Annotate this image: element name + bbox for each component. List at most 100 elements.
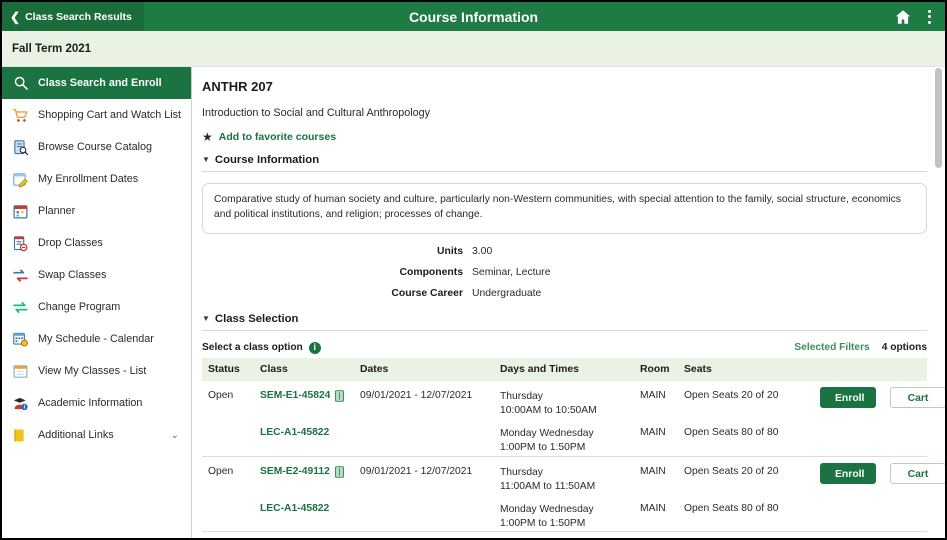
sidebar-item-shopping-cart-and-watch-list[interactable]: Shopping Cart and Watch List bbox=[2, 99, 191, 131]
back-button-label: Class Search Results bbox=[25, 10, 132, 23]
cell-class: LEC-A1-45822 bbox=[260, 418, 360, 456]
sidebar-item-class-search-and-enroll[interactable]: Class Search and Enroll bbox=[2, 67, 191, 99]
detail-value: 3.00 bbox=[472, 245, 493, 257]
chevron-down-icon[interactable]: ⌄ bbox=[171, 430, 179, 441]
table-header-row: Status Class Dates Days and Times Room S… bbox=[202, 357, 927, 381]
seat-availability-icon[interactable] bbox=[335, 390, 345, 402]
body-split: Class Search and Enroll Shopping Cart an… bbox=[2, 67, 945, 538]
course-information-section-header[interactable]: ▼ Course Information bbox=[202, 154, 927, 172]
add-to-favorite-courses-link[interactable]: ★ Add to favorite courses bbox=[202, 131, 336, 143]
scrollbar-thumb[interactable] bbox=[935, 68, 942, 168]
sidebar-item-label: Class Search and Enroll bbox=[38, 77, 162, 89]
class-selection-section-header[interactable]: ▼ Class Selection bbox=[202, 313, 927, 331]
sidebar-item-label: View My Classes - List bbox=[38, 365, 147, 377]
enroll-button[interactable]: Enroll bbox=[820, 462, 876, 484]
enroll-button[interactable]: Enroll bbox=[820, 386, 876, 408]
sidebar-item-label: Academic Information bbox=[38, 397, 143, 409]
sidebar-item-my-enrollment-dates[interactable]: My Enrollment Dates bbox=[2, 163, 191, 195]
table-body: Open SEM-E1-45824 09/01/2021 - 12/07/202… bbox=[202, 381, 945, 538]
main-inner: ANTHR 207 Introduction to Social and Cul… bbox=[192, 67, 945, 538]
cell-seats: Open Seats 80 of 80 bbox=[684, 503, 779, 515]
cell-seats: Open Seats 80 of 80 bbox=[684, 427, 779, 439]
filter-actions: Selected Filters 4 options bbox=[794, 342, 927, 353]
sidebar-item-academic-information[interactable]: i Academic Information bbox=[2, 387, 191, 419]
cell-status: Open bbox=[202, 532, 260, 538]
class-link[interactable]: LEC-A1-45822 bbox=[260, 427, 329, 438]
sidebar-item-label: Planner bbox=[38, 205, 76, 217]
options-count: 4 options bbox=[881, 342, 927, 354]
cell-dates bbox=[360, 494, 500, 532]
cell-days-and-times: Thursday 10:00AM to 10:50AM bbox=[500, 381, 640, 418]
cell-class: SEM-E1-45824 bbox=[260, 381, 360, 418]
cell-actions: Enroll Cart bbox=[816, 381, 945, 456]
add-to-favorite-courses-label: Add to favorite courses bbox=[218, 131, 337, 143]
course-detail-units: Units 3.00 bbox=[202, 246, 927, 257]
cell-seats: Open Seats 20 of 20 bbox=[684, 465, 779, 477]
sidebar-item-swap-classes[interactable]: Swap Classes bbox=[2, 259, 191, 291]
sidebar-navigation: Class Search and Enroll Shopping Cart an… bbox=[2, 67, 192, 538]
top-bar-actions bbox=[894, 8, 945, 26]
class-options-table: Status Class Dates Days and Times Room S… bbox=[202, 357, 945, 538]
kebab-menu-icon[interactable] bbox=[926, 8, 933, 26]
cell-room: MAIN bbox=[640, 532, 684, 538]
cell-class: SEM-E3-49114 bbox=[260, 532, 360, 538]
course-detail-course-career: Course Career Undergraduate bbox=[202, 288, 927, 299]
main-content: ANTHR 207 Introduction to Social and Cul… bbox=[192, 67, 945, 538]
cell-time: 10:00AM to 10:50AM bbox=[500, 405, 597, 417]
select-class-option-group: Select a class option i bbox=[202, 341, 321, 354]
home-icon[interactable] bbox=[894, 8, 912, 26]
cell-time: 1:00PM to 1:50PM bbox=[500, 442, 586, 454]
sidebar-item-planner[interactable]: Planner bbox=[2, 195, 191, 227]
cell-room: MAIN bbox=[640, 389, 666, 401]
detail-key: Units bbox=[437, 245, 463, 257]
sidebar-item-additional-links[interactable]: Additional Links ⌄ bbox=[2, 419, 191, 451]
sidebar-item-browse-course-catalog[interactable]: Browse Course Catalog bbox=[2, 131, 191, 163]
cell-days-and-times: Thursday 11:00AM to 11:50AM bbox=[500, 456, 640, 494]
class-link[interactable]: SEM-E1-45824 bbox=[260, 390, 330, 401]
column-header-class: Class bbox=[260, 357, 360, 381]
class-link[interactable]: LEC-A1-45822 bbox=[260, 503, 329, 514]
cell-class: LEC-A1-45822 bbox=[260, 494, 360, 532]
magnifier-icon bbox=[12, 75, 29, 92]
class-link[interactable]: SEM-E2-49112 bbox=[260, 466, 330, 477]
sidebar-item-label: Browse Course Catalog bbox=[38, 141, 153, 153]
cell-dates: 09/01/2021 - 12/07/2021 bbox=[360, 532, 500, 538]
sidebar-item-label: My Schedule - Calendar bbox=[38, 333, 154, 345]
column-header-dates: Dates bbox=[360, 357, 500, 381]
sidebar-item-view-my-classes-list[interactable]: View My Classes - List bbox=[2, 355, 191, 387]
sidebar-item-my-schedule-calendar[interactable]: My Schedule - Calendar bbox=[2, 323, 191, 355]
detail-value: Undergraduate bbox=[472, 287, 542, 299]
column-header-seats: Seats bbox=[684, 357, 816, 381]
vertical-scrollbar[interactable] bbox=[935, 68, 942, 534]
seat-availability-icon[interactable] bbox=[334, 465, 344, 478]
cell-status: Open bbox=[208, 389, 234, 401]
selected-filters-link[interactable]: Selected Filters bbox=[794, 342, 869, 353]
star-icon: ★ bbox=[202, 130, 213, 144]
class-selection-section-label: Class Selection bbox=[214, 312, 299, 325]
course-code: ANTHR 207 bbox=[202, 79, 273, 94]
table-row: Open SEM-E3-49114 09/01/2021 - 12/07/202… bbox=[202, 532, 927, 538]
sidebar-item-label: Drop Classes bbox=[38, 237, 103, 249]
cell-days-and-times: Friday 11:00AM to 11:50AM bbox=[500, 532, 640, 538]
caret-down-icon: ▼ bbox=[202, 155, 210, 164]
info-icon[interactable]: i bbox=[308, 341, 321, 354]
cell-actions: Enroll Cart bbox=[816, 532, 927, 538]
sidebar-item-drop-classes[interactable]: Drop Classes bbox=[2, 227, 191, 259]
cell-day: Monday Wednesday bbox=[500, 428, 594, 440]
chevron-left-icon: ❮ bbox=[10, 9, 21, 24]
cell-day: Monday Wednesday bbox=[500, 504, 594, 516]
sidebar-item-change-program[interactable]: Change Program bbox=[2, 291, 191, 323]
cell-room: MAIN bbox=[640, 427, 666, 439]
course-information-page: ❮ Class Search Results Course Informatio… bbox=[0, 0, 947, 540]
exchange-arrows-icon bbox=[12, 299, 29, 316]
cell-dates bbox=[360, 418, 500, 456]
sidebar-item-label: Additional Links bbox=[38, 429, 114, 441]
cell-class: SEM-E2-49112 bbox=[260, 456, 360, 494]
back-to-class-search-results-button[interactable]: ❮ Class Search Results bbox=[2, 2, 144, 31]
column-header-days-and-times: Days and Times bbox=[500, 357, 640, 381]
folder-icon bbox=[12, 427, 29, 444]
cell-status: Open bbox=[208, 465, 234, 477]
course-information-section-label: Course Information bbox=[214, 154, 320, 166]
swap-arrows-icon bbox=[12, 267, 29, 284]
term-label: Fall Term 2021 bbox=[12, 42, 92, 55]
